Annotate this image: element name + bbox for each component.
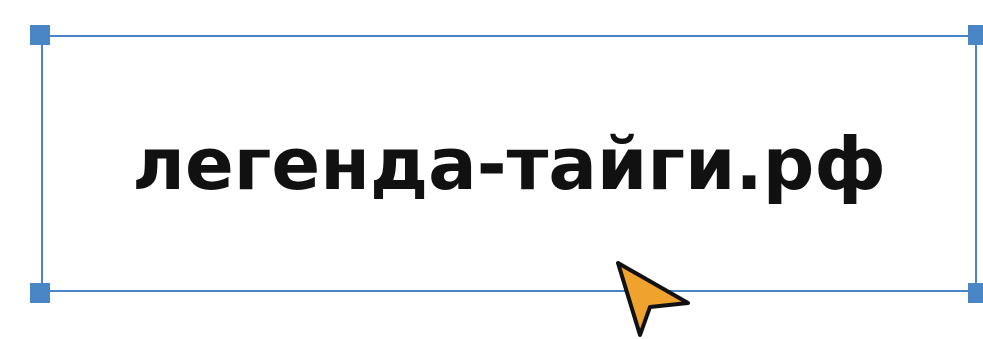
headline-text[interactable]: легенда-тайги.рф bbox=[41, 35, 977, 292]
canvas: легенда-тайги.рф bbox=[0, 0, 983, 339]
pointer-arrow-icon bbox=[616, 261, 690, 337]
